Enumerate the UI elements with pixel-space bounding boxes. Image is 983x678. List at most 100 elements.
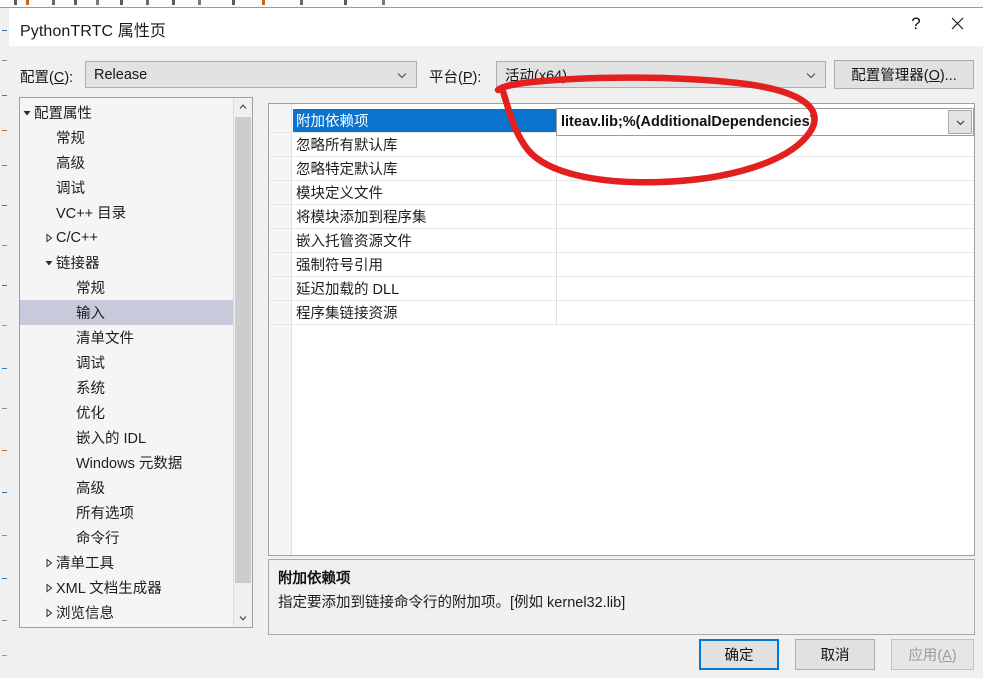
tree-scroll-up-button[interactable] (234, 98, 252, 116)
apply-button[interactable]: 应用(A) (891, 639, 974, 670)
property-row[interactable]: 程序集链接资源 (269, 301, 974, 325)
tree-item[interactable]: 输入 (20, 300, 234, 325)
dialog-title-bar: PythonTRTC 属性页 ? (9, 8, 983, 46)
chevron-down-icon (956, 120, 964, 125)
tree-item-label: VC++ 目录 (56, 206, 127, 222)
dialog-title: PythonTRTC 属性页 (20, 23, 167, 40)
tree-item[interactable]: 生成事件 (20, 625, 234, 627)
property-tree: 配置属性 常规 高级 调试 VC++ 目录 C/C++ 链接器 常规 输入 清单文件 调试 系统 优化嵌… (20, 100, 234, 627)
help-button[interactable]: ? (893, 8, 939, 39)
property-value-cell[interactable] (556, 253, 974, 276)
tree-item[interactable]: 常规 (20, 275, 234, 300)
platform-dropdown[interactable]: 活动(x64) (496, 61, 826, 88)
tree-item-label: XML 文档生成器 (56, 581, 162, 597)
tree-item-label: 高级 (76, 481, 105, 497)
tree-scroll-thumb[interactable] (235, 117, 251, 583)
cancel-button[interactable]: 取消 (795, 639, 875, 670)
tree-scroll-down-button[interactable] (234, 609, 252, 627)
property-value-cell[interactable] (556, 301, 974, 324)
tree-item[interactable]: VC++ 目录 (20, 200, 234, 225)
close-button[interactable] (934, 8, 980, 39)
property-name: 将模块添加到程序集 (296, 210, 427, 226)
tree-item[interactable]: 配置属性 (20, 100, 234, 125)
property-row[interactable]: 将模块添加到程序集 (269, 205, 974, 229)
property-value-cell[interactable] (556, 133, 974, 156)
tree-item-label: 链接器 (56, 256, 100, 272)
expander-collapsed-icon[interactable] (42, 606, 56, 620)
chevron-up-icon (239, 104, 247, 109)
tree-item[interactable]: XML 文档生成器 (20, 575, 234, 600)
property-row[interactable]: 模块定义文件 (269, 181, 974, 205)
configuration-dropdown[interactable]: Release (85, 61, 417, 88)
tree-item[interactable]: 调试 (20, 350, 234, 375)
property-row[interactable]: 忽略特定默认库 (269, 157, 974, 181)
configuration-manager-label: 配置管理器(O)... (851, 68, 957, 84)
expander-expanded-icon[interactable] (20, 106, 34, 120)
tree-item-label: 系统 (76, 381, 105, 397)
platform-value: 活动(x64) (505, 68, 568, 84)
property-grid[interactable]: 附加依赖项忽略所有默认库忽略特定默认库模块定义文件将模块添加到程序集嵌入托管资源… (268, 103, 975, 556)
tree-item-label: 清单工具 (56, 556, 114, 572)
property-value-cell[interactable] (556, 205, 974, 228)
tree-item[interactable]: 调试 (20, 175, 234, 200)
property-grid-rows: 附加依赖项忽略所有默认库忽略特定默认库模块定义文件将模块添加到程序集嵌入托管资源… (269, 109, 974, 325)
configuration-label: 配置(C): (20, 70, 74, 86)
tree-item-label: 所有选项 (76, 506, 134, 522)
expander-expanded-icon[interactable] (42, 256, 56, 270)
description-text: 指定要添加到链接命令行的附加项。[例如 kernel32.lib] (278, 595, 626, 611)
close-x-icon (951, 17, 963, 30)
property-name: 模块定义文件 (296, 186, 383, 202)
expander-collapsed-icon[interactable] (42, 556, 56, 570)
additional-dependencies-value: liteav.lib;%(AdditionalDependencies) (561, 114, 815, 130)
property-row[interactable]: 忽略所有默认库 (269, 133, 974, 157)
tree-item[interactable]: 清单文件 (20, 325, 234, 350)
tree-item-label: 常规 (76, 281, 105, 297)
tree-item-label: Windows 元数据 (76, 456, 183, 472)
property-pages-dialog: PythonTRTC 属性页 ? 配置(C): Release 平台(P): 活… (9, 8, 983, 678)
property-name: 附加依赖项 (293, 109, 556, 132)
additional-dependencies-editor[interactable]: liteav.lib;%(AdditionalDependencies) (556, 108, 974, 136)
property-name: 强制符号引用 (296, 258, 383, 274)
platform-label: 平台(P): (429, 70, 482, 86)
apply-button-label: 应用(A) (908, 648, 957, 664)
tree-item[interactable]: Windows 元数据 (20, 450, 234, 475)
tree-item[interactable]: 高级 (20, 150, 234, 175)
property-row[interactable]: 延迟加载的 DLL (269, 277, 974, 301)
expander-collapsed-icon[interactable] (42, 581, 56, 595)
tree-item[interactable]: 高级 (20, 475, 234, 500)
background-window-top-edge (0, 0, 983, 8)
property-value-cell[interactable] (556, 277, 974, 300)
tree-item[interactable]: 链接器 (20, 250, 234, 275)
tree-item[interactable]: C/C++ (20, 225, 234, 250)
tree-item-label: 浏览信息 (56, 606, 114, 622)
chevron-down-icon (239, 616, 247, 621)
property-name: 忽略所有默认库 (296, 138, 398, 154)
property-value-cell[interactable] (556, 229, 974, 252)
tree-item[interactable]: 系统 (20, 375, 234, 400)
tree-scrollbar[interactable] (233, 98, 252, 627)
tree-item[interactable]: 嵌入的 IDL (20, 425, 234, 450)
screen: PythonTRTC 属性页 ? 配置(C): Release 平台(P): 活… (0, 0, 983, 678)
property-name: 程序集链接资源 (296, 306, 398, 322)
question-mark-icon: ? (911, 14, 921, 33)
tree-item[interactable]: 命令行 (20, 525, 234, 550)
ok-button[interactable]: 确定 (699, 639, 779, 670)
tree-item[interactable]: 浏览信息 (20, 600, 234, 625)
tree-item[interactable]: 所有选项 (20, 500, 234, 525)
property-value-cell[interactable] (556, 181, 974, 204)
property-row[interactable]: 强制符号引用 (269, 253, 974, 277)
configuration-value: Release (94, 66, 148, 83)
tree-item-label: 调试 (56, 181, 85, 197)
property-tree-pane[interactable]: 配置属性 常规 高级 调试 VC++ 目录 C/C++ 链接器 常规 输入 清单文件 调试 系统 优化嵌… (19, 97, 253, 628)
property-row[interactable]: 嵌入托管资源文件 (269, 229, 974, 253)
cancel-button-label: 取消 (820, 648, 850, 664)
editor-dropdown-button[interactable] (948, 110, 972, 134)
tree-item[interactable]: 优化 (20, 400, 234, 425)
configuration-manager-button[interactable]: 配置管理器(O)... (834, 60, 974, 89)
tree-item-label: 配置属性 (34, 106, 92, 122)
property-value-cell[interactable] (556, 157, 974, 180)
tree-item[interactable]: 清单工具 (20, 550, 234, 575)
expander-collapsed-icon[interactable] (42, 231, 56, 245)
tree-item-label: 优化 (76, 406, 105, 422)
tree-item[interactable]: 常规 (20, 125, 234, 150)
